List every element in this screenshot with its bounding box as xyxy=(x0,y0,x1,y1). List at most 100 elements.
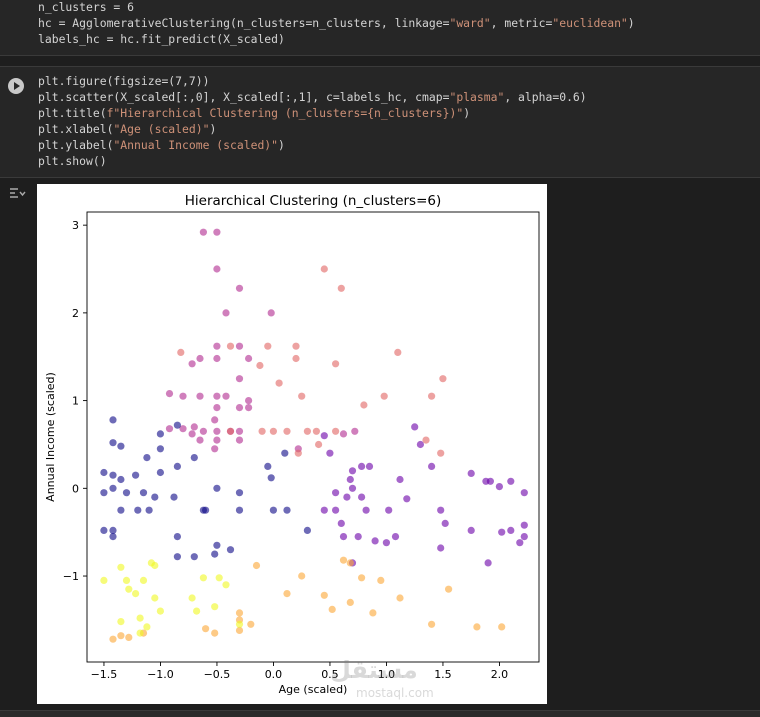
data-point xyxy=(235,620,244,628)
data-point xyxy=(326,449,334,457)
data-point xyxy=(199,574,207,582)
data-point xyxy=(139,489,148,497)
code-line: plt.scatter(X_scaled[:,0], X_scaled[:,1]… xyxy=(38,90,587,104)
data-point xyxy=(213,484,221,492)
data-point xyxy=(339,430,348,438)
data-point xyxy=(199,228,207,236)
data-point xyxy=(156,607,164,615)
data-point xyxy=(156,430,164,438)
data-point xyxy=(211,629,219,637)
data-point xyxy=(222,309,230,317)
data-point xyxy=(109,439,117,447)
data-point xyxy=(348,484,357,492)
data-point xyxy=(125,633,133,641)
data-point xyxy=(369,609,377,617)
data-point xyxy=(348,467,357,475)
data-point xyxy=(213,427,221,435)
data-point xyxy=(196,436,204,444)
data-point xyxy=(520,489,528,497)
data-point xyxy=(283,427,291,435)
code-line: plt.ylabel("Annual Income (scaled)") xyxy=(38,138,285,152)
output-toggle-icon[interactable] xyxy=(8,186,26,200)
data-point xyxy=(143,454,151,462)
data-point xyxy=(441,519,449,527)
data-point xyxy=(403,495,411,503)
data-point xyxy=(235,284,244,292)
code-line: plt.figure(figsize=(7,7)) xyxy=(38,74,210,88)
data-point xyxy=(226,342,235,350)
data-point xyxy=(269,427,277,435)
data-point xyxy=(275,379,283,387)
data-point xyxy=(222,581,230,589)
cell-2-code[interactable]: plt.figure(figsize=(7,7)) plt.scatter(X_… xyxy=(38,73,587,169)
code-line: n_clusters = 6 xyxy=(38,0,135,14)
code-cell-1[interactable]: n_clusters = 6 hc = AgglomerativeCluster… xyxy=(0,0,760,56)
data-point xyxy=(245,354,253,363)
data-point xyxy=(439,375,447,383)
y-tick-label: −1 xyxy=(63,570,79,583)
data-point xyxy=(252,561,261,570)
code-line: labels_hc = hc.fit_predict(X_scaled) xyxy=(38,32,285,46)
data-point xyxy=(213,228,221,236)
data-point xyxy=(125,585,133,593)
data-point xyxy=(320,591,328,599)
data-point xyxy=(303,526,311,534)
data-point xyxy=(177,348,185,356)
data-point xyxy=(235,436,244,444)
plot-output: −1.5 −1.0 −0.5 0.0 0.5 1.0 1.5 2.0 −1 0 1 2 3 Hierarc… xyxy=(37,184,547,704)
data-point xyxy=(283,590,291,598)
data-point xyxy=(269,506,277,514)
data-point xyxy=(283,506,291,514)
data-point xyxy=(235,489,244,497)
data-point xyxy=(298,572,306,580)
data-point xyxy=(267,309,275,317)
x-tick-label: −1.0 xyxy=(147,668,174,681)
data-point xyxy=(320,265,328,273)
data-point xyxy=(467,469,475,477)
data-point xyxy=(173,533,181,541)
data-point xyxy=(109,471,117,479)
data-point xyxy=(516,539,524,547)
data-point xyxy=(211,416,219,424)
cell-1-code[interactable]: n_clusters = 6 hc = AgglomerativeCluster… xyxy=(38,0,635,47)
data-point xyxy=(211,603,219,611)
data-point xyxy=(486,477,494,485)
data-point xyxy=(298,392,306,400)
data-point xyxy=(165,390,174,398)
data-point xyxy=(117,506,125,514)
data-point xyxy=(117,475,125,484)
y-tick-label: 2 xyxy=(72,307,79,320)
data-point xyxy=(100,576,108,584)
data-point xyxy=(222,392,230,400)
data-point xyxy=(213,436,221,444)
data-point xyxy=(170,493,178,501)
data-point xyxy=(495,483,503,491)
data-point xyxy=(122,489,131,497)
data-point xyxy=(416,440,424,449)
data-point xyxy=(498,623,506,631)
data-point xyxy=(109,533,117,541)
data-point xyxy=(358,574,366,582)
data-point xyxy=(109,484,117,492)
data-point xyxy=(235,375,244,383)
x-tick-label: 0.0 xyxy=(265,668,283,681)
data-point xyxy=(235,609,244,617)
data-point xyxy=(507,526,515,534)
y-tick-label: 0 xyxy=(72,482,79,495)
data-point xyxy=(428,462,436,470)
data-point xyxy=(156,445,164,453)
data-point xyxy=(320,506,328,514)
data-point xyxy=(134,506,142,514)
x-tick-label: 2.0 xyxy=(491,668,509,681)
play-icon[interactable] xyxy=(8,78,24,94)
data-point xyxy=(202,506,210,514)
data-point xyxy=(235,427,244,435)
data-point xyxy=(213,265,221,273)
data-point xyxy=(343,493,351,501)
data-point xyxy=(173,421,181,429)
data-point xyxy=(394,348,402,356)
data-point xyxy=(188,430,196,438)
data-point xyxy=(213,541,221,549)
data-point xyxy=(235,342,244,350)
data-point xyxy=(143,623,151,631)
